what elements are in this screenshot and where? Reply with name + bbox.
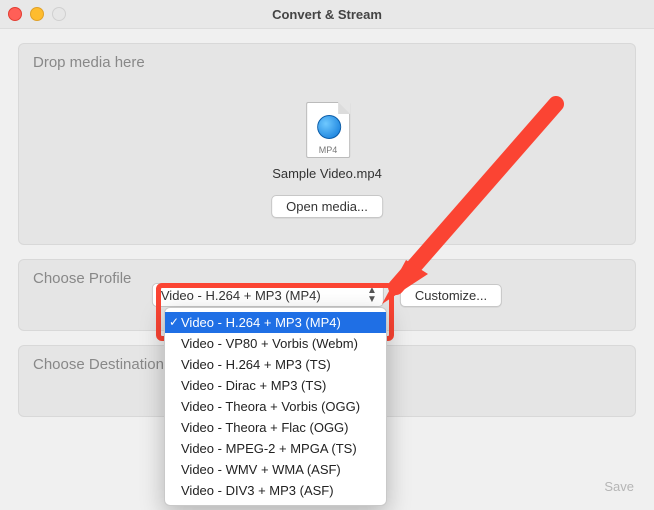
drop-media-center: MP4 Sample Video.mp4 Open media... — [271, 102, 383, 218]
minimize-window-button[interactable] — [30, 7, 44, 21]
profile-option[interactable]: Video - Dirac + MP3 (TS) — [165, 375, 386, 396]
open-media-button[interactable]: Open media... — [271, 195, 383, 218]
profile-dropdown-menu[interactable]: Video - H.264 + MP3 (MP4)Video - VP80 + … — [164, 307, 387, 506]
file-extension-label: MP4 — [307, 145, 349, 155]
quicktime-icon — [317, 115, 341, 139]
profile-option[interactable]: Video - Theora + Flac (OGG) — [165, 417, 386, 438]
choose-destination-label: Choose Destination — [33, 356, 164, 373]
titlebar: Convert & Stream — [0, 0, 654, 29]
choose-profile-label: Choose Profile — [33, 270, 131, 287]
profile-option[interactable]: Video - VP80 + Vorbis (Webm) — [165, 333, 386, 354]
profile-option[interactable]: Video - DIV3 + MP3 (ASF) — [165, 480, 386, 501]
save-button[interactable]: Save — [604, 479, 634, 494]
profile-option[interactable]: Video - H.264 + MP3 (TS) — [165, 354, 386, 375]
profile-option[interactable]: Video - H.264 + MP3 (MP4) — [165, 312, 386, 333]
traffic-lights — [8, 7, 66, 21]
profile-option[interactable]: Video - Theora + Vorbis (OGG) — [165, 396, 386, 417]
profile-select-value: Video - H.264 + MP3 (MP4) — [161, 288, 321, 303]
file-name-label: Sample Video.mp4 — [271, 166, 383, 181]
profile-option[interactable]: Video - WMV + WMA (ASF) — [165, 459, 386, 480]
zoom-window-button[interactable] — [52, 7, 66, 21]
chevron-updown-icon: ▲▼ — [367, 286, 377, 304]
window: Convert & Stream Drop media here MP4 Sam… — [0, 0, 654, 510]
drop-media-label: Drop media here — [33, 54, 145, 71]
customize-button[interactable]: Customize... — [400, 284, 502, 307]
profile-option[interactable]: Video - MPEG-2 + MPGA (TS) — [165, 438, 386, 459]
file-icon: MP4 — [306, 102, 348, 156]
drop-media-section[interactable]: Drop media here MP4 Sample Video.mp4 Ope… — [18, 43, 636, 245]
window-title: Convert & Stream — [272, 7, 382, 22]
profile-select[interactable]: Video - H.264 + MP3 (MP4) ▲▼ — [152, 283, 384, 307]
close-window-button[interactable] — [8, 7, 22, 21]
